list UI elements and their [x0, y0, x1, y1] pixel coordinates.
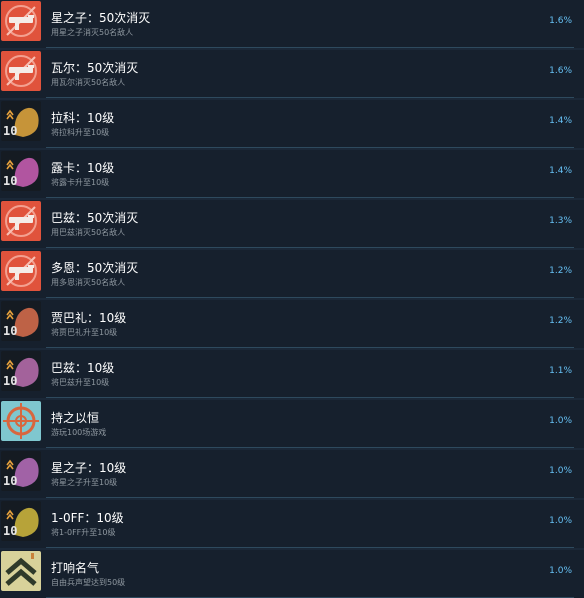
achievement-description: 将巴兹升至10级 [51, 378, 110, 387]
achievement-row[interactable]: 持之以恒 游玩100场游戏 1.0% [0, 400, 584, 448]
achievement-title: 巴兹：50次消灭 [51, 211, 139, 225]
level-badge: 10 [3, 324, 18, 338]
rank-chevron-icon [1, 551, 41, 591]
level-badge: 10 [3, 374, 18, 388]
achievement-row[interactable]: 星之子：50次消灭 用星之子消灭50名敌人 1.6% [0, 0, 584, 48]
unlock-percent: 1.4% [549, 166, 572, 176]
achievement-title: 瓦尔：50次消灭 [51, 61, 139, 75]
row-divider [46, 197, 574, 198]
row-divider [46, 497, 574, 498]
row-divider [46, 447, 574, 448]
unlock-percent: 1.3% [549, 216, 572, 226]
achievement-row[interactable]: 多恩：50次消灭 用多恩消灭50名敌人 1.2% [0, 250, 584, 298]
achievement-list: 星之子：50次消灭 用星之子消灭50名敌人 1.6% 瓦尔：50次消灭 用瓦尔消… [0, 0, 584, 598]
level-badge: 10 [3, 174, 18, 188]
achievement-title: 持之以恒 [51, 411, 100, 425]
unlock-percent: 1.0% [549, 416, 572, 426]
unlock-percent: 1.6% [549, 16, 572, 26]
achievement-description: 将星之子升至10级 [51, 478, 118, 487]
achievement-title: 巴兹：10级 [51, 361, 115, 375]
achievement-description: 将拉科升至10级 [51, 128, 110, 137]
weapon-kill-icon [1, 201, 41, 241]
achievement-description: 用星之子消灭50名敌人 [51, 28, 134, 37]
crosshair-icon [1, 401, 41, 441]
row-divider [46, 297, 574, 298]
unlock-percent: 1.0% [549, 516, 572, 526]
achievement-description: 将1-0FF升至10级 [51, 528, 116, 537]
unlock-percent: 1.0% [549, 466, 572, 476]
achievement-description: 将露卡升至10级 [51, 178, 110, 187]
achievement-title: 贾巴礼：10级 [51, 311, 127, 325]
achievement-row[interactable]: 10 星之子：10级 将星之子升至10级 1.0% [0, 450, 584, 498]
character-level-icon: 10 [1, 501, 41, 541]
unlock-percent: 1.1% [549, 366, 572, 376]
achievement-row[interactable]: 巴兹：50次消灭 用巴兹消灭50名敌人 1.3% [0, 200, 584, 248]
level-badge: 10 [3, 524, 18, 538]
character-level-icon: 10 [1, 301, 41, 341]
achievement-row[interactable]: 10 巴兹：10级 将巴兹升至10级 1.1% [0, 350, 584, 398]
row-divider [46, 147, 574, 148]
character-level-icon: 10 [1, 101, 41, 141]
achievement-description: 将贾巴礼升至10级 [51, 328, 118, 337]
achievement-description: 游玩100场游戏 [51, 428, 107, 437]
level-badge: 10 [3, 474, 18, 488]
level-badge: 10 [3, 124, 18, 138]
achievement-row[interactable]: 10 贾巴礼：10级 将贾巴礼升至10级 1.2% [0, 300, 584, 348]
character-level-icon: 10 [1, 151, 41, 191]
row-divider [46, 247, 574, 248]
weapon-kill-icon [1, 251, 41, 291]
achievement-description: 自由兵声望达到50级 [51, 578, 126, 587]
weapon-kill-icon [1, 1, 41, 41]
row-divider [46, 97, 574, 98]
row-divider [46, 347, 574, 348]
achievement-title: 1-0FF：10级 [51, 511, 124, 525]
row-divider [46, 547, 574, 548]
achievement-description: 用巴兹消灭50名敌人 [51, 228, 126, 237]
unlock-percent: 1.4% [549, 116, 572, 126]
achievement-row[interactable]: 10 拉科：10级 将拉科升至10级 1.4% [0, 100, 584, 148]
row-divider [46, 47, 574, 48]
achievement-description: 用多恩消灭50名敌人 [51, 278, 126, 287]
achievement-title: 拉科：10级 [51, 111, 115, 125]
achievement-row[interactable]: 10 露卡：10级 将露卡升至10级 1.4% [0, 150, 584, 198]
achievement-title: 多恩：50次消灭 [51, 261, 139, 275]
character-level-icon: 10 [1, 351, 41, 391]
achievement-description: 用瓦尔消灭50名敌人 [51, 78, 126, 87]
achievement-title: 星之子：50次消灭 [51, 11, 151, 25]
achievement-row[interactable]: 10 1-0FF：10级 将1-0FF升至10级 1.0% [0, 500, 584, 548]
achievement-title: 打响名气 [51, 561, 100, 575]
achievement-row[interactable]: 瓦尔：50次消灭 用瓦尔消灭50名敌人 1.6% [0, 50, 584, 98]
achievement-title: 露卡：10级 [51, 161, 115, 175]
character-level-icon: 10 [1, 451, 41, 491]
row-divider [46, 397, 574, 398]
unlock-percent: 1.2% [549, 266, 572, 276]
weapon-kill-icon [1, 51, 41, 91]
unlock-percent: 1.0% [549, 566, 572, 576]
unlock-percent: 1.6% [549, 66, 572, 76]
unlock-percent: 1.2% [549, 316, 572, 326]
achievement-title: 星之子：10级 [51, 461, 127, 475]
